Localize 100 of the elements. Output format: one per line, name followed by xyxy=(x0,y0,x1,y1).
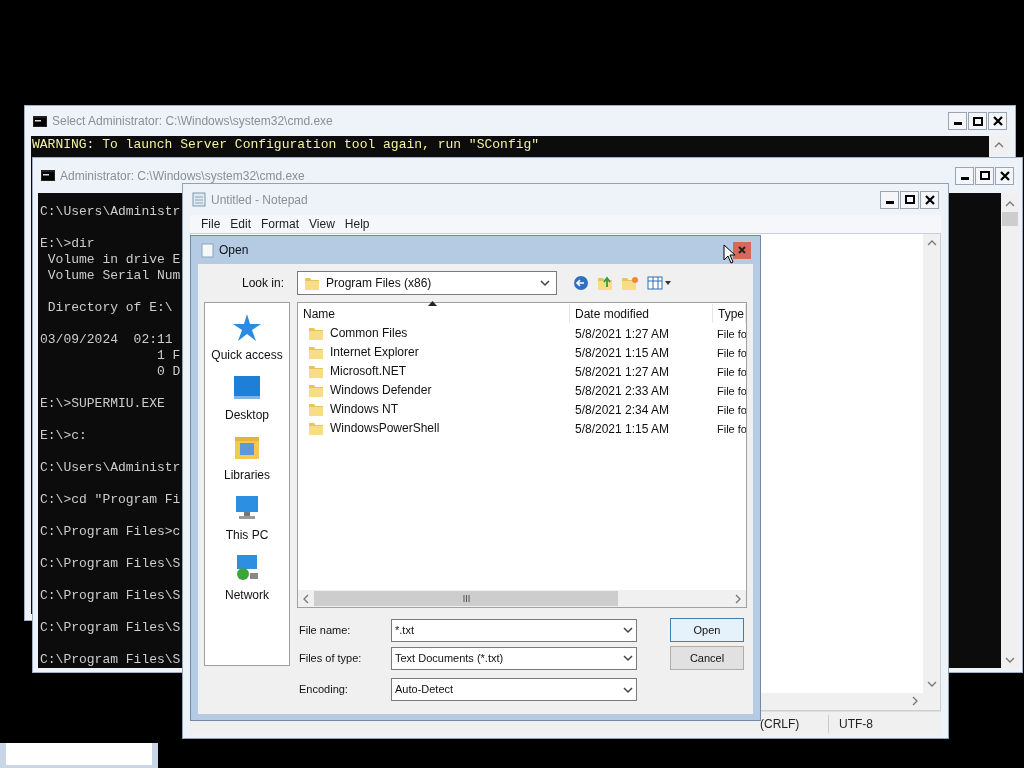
table-cell: 5/8/2021 1:15 AM xyxy=(575,421,670,436)
places-item[interactable]: Libraries xyxy=(207,433,287,485)
places-item[interactable]: Desktop xyxy=(207,373,287,425)
table-cell-text: Internet Explorer xyxy=(330,343,419,361)
table-cell: File fo xyxy=(717,422,746,435)
file-row[interactable]: Microsoft.NET 5/8/2021 1:27 AM File fo xyxy=(298,361,746,380)
maximize-button[interactable] xyxy=(900,190,919,209)
maximize-button[interactable] xyxy=(968,112,987,130)
console-line: 03/09/2024 02:11 xyxy=(40,332,173,348)
menu-item[interactable]: View xyxy=(306,215,338,233)
table-cell: File fo xyxy=(717,384,746,397)
mouse-cursor-icon xyxy=(723,244,736,264)
places-item[interactable]: This PC xyxy=(207,493,287,545)
console-line: Volume Serial Num xyxy=(46,268,181,284)
console-line: C:\>cd "Program Fi xyxy=(40,492,181,508)
console-line: C:\Program Files\S xyxy=(40,556,181,572)
console-icon xyxy=(33,115,47,127)
menu-item[interactable]: Edit xyxy=(227,215,255,233)
column-header[interactable]: Date modified xyxy=(570,304,713,323)
new-folder-icon[interactable] xyxy=(621,274,639,291)
table-cell: File fo xyxy=(717,403,746,416)
console-line: E:\>SUPERMIU.EXE xyxy=(40,396,165,412)
menu-item[interactable]: Help xyxy=(341,215,373,233)
console-line: E:\>dir xyxy=(40,236,95,252)
table-cell: 5/8/2021 2:33 AM xyxy=(575,383,670,398)
dropdown-field[interactable]: Auto-Detect xyxy=(391,678,637,701)
folder-up-icon[interactable] xyxy=(597,274,613,291)
caret-icon xyxy=(540,277,550,288)
dropdown-field[interactable]: *.txt xyxy=(391,618,637,642)
close-button[interactable] xyxy=(733,241,751,259)
look-in-dropdown[interactable]: Program Files (x86) xyxy=(297,270,557,295)
dialog-button[interactable]: Open xyxy=(670,618,744,642)
table-cell: File fo xyxy=(717,327,746,340)
star-icon xyxy=(232,313,262,343)
maximize-button[interactable] xyxy=(975,166,994,185)
table-cell: 5/8/2021 1:27 AM xyxy=(575,326,670,341)
console-line: C:\Program Files\S xyxy=(40,652,181,668)
minimize-button[interactable] xyxy=(955,166,974,185)
console-line: C:\Users\Administr xyxy=(40,460,181,476)
document-icon xyxy=(201,242,214,258)
table-cell-text: WindowsPowerShell xyxy=(330,419,440,437)
view-menu-icon[interactable] xyxy=(647,275,671,290)
close-icon xyxy=(999,170,1010,181)
console-line: C:\Program Files\S xyxy=(40,588,181,604)
caret-icon xyxy=(623,625,633,635)
column-header[interactable]: Name xyxy=(298,304,570,323)
table-cell: File fo xyxy=(717,346,746,359)
console-line: Volume in drive E xyxy=(46,252,181,268)
console-line: Directory of E:\ xyxy=(46,300,173,316)
close-button[interactable] xyxy=(995,166,1014,185)
field-label: Files of type: xyxy=(298,650,363,666)
table-cell: 5/8/2021 1:27 AM xyxy=(575,364,670,379)
maximize-icon xyxy=(904,195,915,204)
file-row[interactable]: Common Files 5/8/2021 1:27 AM File fo xyxy=(298,323,746,342)
close-button[interactable] xyxy=(988,112,1007,130)
file-row[interactable]: Windows Defender 5/8/2021 2:33 AM File fo xyxy=(298,380,746,399)
close-icon xyxy=(736,244,748,256)
window-title: Select Administrator: C:\Windows\system32\cmd.exe xyxy=(52,113,334,130)
notepad-icon xyxy=(192,192,206,207)
menu-item[interactable]: Format xyxy=(258,215,303,233)
minimize-button[interactable] xyxy=(880,190,899,209)
maximize-icon xyxy=(979,171,990,180)
close-icon xyxy=(992,116,1003,126)
console-line: 0 D xyxy=(156,364,181,380)
dropdown-field[interactable]: Text Documents (*.txt) xyxy=(391,646,637,670)
console-line: C:\Users\Administr xyxy=(40,204,181,220)
caret-icon xyxy=(623,653,633,663)
console-line: E:\>c: xyxy=(40,428,87,444)
minimize-icon xyxy=(885,200,894,204)
places-item[interactable]: Network xyxy=(207,553,287,605)
file-row[interactable]: Windows NT 5/8/2021 2:34 AM File fo xyxy=(298,399,746,418)
field-label: Look in: xyxy=(240,274,285,292)
close-icon xyxy=(924,194,935,205)
back-icon[interactable] xyxy=(573,274,589,291)
status-text: UTF-8 xyxy=(828,714,873,733)
dialog-button[interactable]: Cancel xyxy=(670,646,744,670)
file-row[interactable]: Internet Explorer 5/8/2021 1:15 AM File fo xyxy=(298,342,746,361)
window-title: Administrator: C:\Windows\system32\cmd.exe xyxy=(60,167,306,185)
window-title: Untitled - Notepad xyxy=(211,191,309,209)
table-cell-text: Windows NT xyxy=(330,400,398,418)
table-cell: 5/8/2021 1:15 AM xyxy=(575,345,670,360)
minimize-button[interactable] xyxy=(948,112,967,130)
table-cell: File fo xyxy=(717,365,746,378)
table-cell-text: Common Files xyxy=(330,324,408,342)
caret-icon xyxy=(623,684,633,695)
console-line: C:\Program Files>c xyxy=(40,524,181,540)
column-header[interactable]: Type xyxy=(713,304,746,323)
menu-item[interactable]: File xyxy=(198,215,224,233)
status-text: (CRLF) xyxy=(760,715,801,733)
table-cell-text: Microsoft.NET xyxy=(330,362,406,380)
close-button[interactable] xyxy=(920,190,939,209)
dialog-title: Open xyxy=(219,242,250,259)
console-line: WARNING: To launch Server Configuration tool again, run "SConfig" xyxy=(32,137,540,153)
minimize-icon xyxy=(960,176,969,180)
grip-icon xyxy=(462,595,470,602)
minimize-icon xyxy=(953,122,962,125)
field-label: File name: xyxy=(298,622,352,638)
file-row[interactable]: WindowsPowerShell 5/8/2021 1:15 AM File fo xyxy=(298,418,746,437)
places-item[interactable]: Quick access xyxy=(207,313,287,365)
console-line: C:\Program Files\S xyxy=(40,620,181,636)
